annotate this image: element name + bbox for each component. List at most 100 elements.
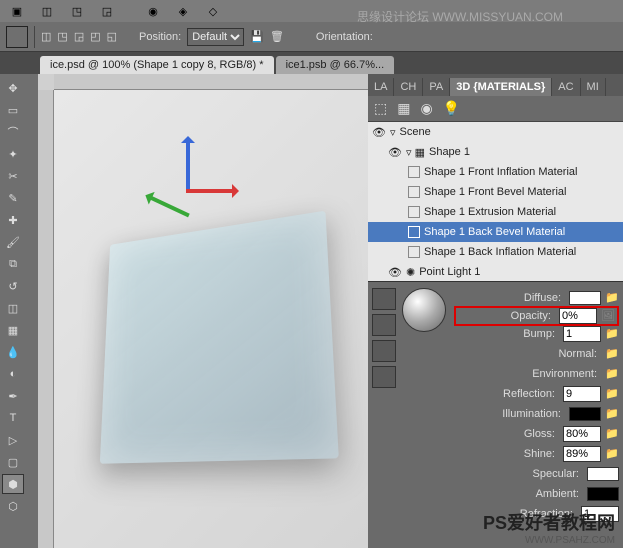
folder-icon[interactable]: 📁 bbox=[605, 447, 619, 461]
filter-mat-icon[interactable]: ◉ bbox=[420, 100, 432, 117]
wand-tool[interactable]: ✦ bbox=[2, 144, 24, 164]
bump-input[interactable] bbox=[563, 326, 601, 342]
eye-icon[interactable]: 👁 bbox=[388, 266, 402, 279]
opt-icon-3[interactable]: ◲ bbox=[74, 30, 84, 43]
watermark-url: WWW.PSAHZ.COM bbox=[483, 535, 615, 546]
pen-tool[interactable]: ✒ bbox=[2, 386, 24, 406]
folder-icon[interactable]: 📁 bbox=[605, 427, 619, 441]
cube3-icon[interactable]: ◲ bbox=[94, 2, 120, 20]
type-tool[interactable]: T bbox=[2, 408, 24, 428]
shape3-icon[interactable]: ◇ bbox=[200, 2, 226, 20]
mat-icon bbox=[408, 186, 420, 198]
shape-tool[interactable]: ▢ bbox=[2, 452, 24, 472]
3d-cam-tool[interactable]: ⬡ bbox=[2, 496, 24, 516]
ruler-horizontal bbox=[54, 74, 368, 90]
tree-scene[interactable]: 👁▿Scene bbox=[368, 122, 623, 142]
3d-tool[interactable]: ⬢ bbox=[2, 474, 24, 494]
doc-tab-2[interactable]: ice1.psb @ 66.7%... bbox=[276, 56, 395, 74]
tree-light[interactable]: 👁✺Point Light 1 bbox=[368, 262, 623, 282]
opt-icon-1[interactable]: ◫ bbox=[41, 30, 51, 43]
mat-picker-4[interactable] bbox=[372, 366, 396, 388]
axis-y[interactable] bbox=[186, 139, 190, 189]
ptab-pa[interactable]: PA bbox=[423, 78, 450, 96]
stamp-tool[interactable]: ⧉ bbox=[2, 254, 24, 274]
tree-shape[interactable]: 👁▿ ▦Shape 1 bbox=[368, 142, 623, 162]
filter-mesh-icon[interactable]: ▦ bbox=[397, 100, 410, 117]
environment-label: Environment: bbox=[454, 368, 601, 380]
ptab-ac[interactable]: AC bbox=[552, 78, 580, 96]
mat-picker-3[interactable] bbox=[372, 340, 396, 362]
tree-mat-3[interactable]: Shape 1 Back Bevel Material bbox=[368, 222, 623, 242]
eye-icon[interactable]: 👁 bbox=[372, 126, 386, 139]
shape1-icon[interactable]: ◉ bbox=[140, 2, 166, 20]
brush-tool[interactable]: 🖌 bbox=[2, 232, 24, 252]
crop-tool[interactable]: ✂ bbox=[2, 166, 24, 186]
cube2-icon[interactable]: ◳ bbox=[64, 2, 90, 20]
watermark-main: PS爱好者教程网 bbox=[483, 509, 615, 535]
history-tool[interactable]: ↺ bbox=[2, 276, 24, 296]
trash-icon[interactable]: 🗑 bbox=[270, 30, 284, 43]
folder-icon[interactable]: 📁 bbox=[605, 407, 619, 421]
opt-icon-4[interactable]: ◰ bbox=[90, 30, 100, 43]
shape2-icon[interactable]: ◈ bbox=[170, 2, 196, 20]
ptab-la[interactable]: LA bbox=[368, 78, 394, 96]
opt-icon-5[interactable]: ◱ bbox=[107, 30, 117, 43]
eye-icon[interactable]: 👁 bbox=[388, 146, 402, 159]
position-label: Position: bbox=[139, 31, 181, 43]
material-preview-sphere[interactable] bbox=[402, 288, 446, 332]
reflection-label: Reflection: bbox=[454, 388, 559, 400]
heal-tool[interactable]: ✚ bbox=[2, 210, 24, 230]
filter-light-icon[interactable]: 💡 bbox=[443, 100, 460, 117]
blur-tool[interactable]: 💧 bbox=[2, 342, 24, 362]
ptab-3d[interactable]: 3D {MATERIALS} bbox=[450, 78, 552, 96]
gloss-input[interactable] bbox=[563, 426, 601, 442]
folder-icon[interactable]: 📁 bbox=[605, 347, 619, 361]
specular-swatch[interactable] bbox=[587, 467, 619, 481]
axis-x[interactable] bbox=[186, 189, 236, 193]
illumination-swatch[interactable] bbox=[569, 407, 601, 421]
logo-icon[interactable]: ▣ bbox=[4, 2, 30, 20]
dodge-tool[interactable]: ◐ bbox=[2, 364, 24, 384]
cube1-icon[interactable]: ◫ bbox=[34, 2, 60, 20]
move-tool[interactable]: ✥ bbox=[2, 78, 24, 98]
shine-label: Shine: bbox=[454, 448, 559, 460]
axis-z[interactable] bbox=[147, 195, 189, 218]
ice-cube-3d[interactable] bbox=[71, 169, 351, 469]
tree-mat-0[interactable]: Shape 1 Front Inflation Material bbox=[368, 162, 623, 182]
opt-icon-2[interactable]: ◳ bbox=[57, 30, 67, 43]
right-panels: LA CH PA 3D {MATERIALS} AC MI ⬚ ▦ ◉ 💡 👁▿… bbox=[368, 74, 623, 548]
filter-scene-icon[interactable]: ⬚ bbox=[374, 100, 387, 117]
ambient-swatch[interactable] bbox=[587, 487, 619, 501]
lasso-tool[interactable]: ⌒ bbox=[2, 122, 24, 142]
mat-picker-1[interactable] bbox=[372, 288, 396, 310]
ptab-mi[interactable]: MI bbox=[581, 78, 606, 96]
gradient-tool[interactable]: ▦ bbox=[2, 320, 24, 340]
position-select[interactable]: Default bbox=[187, 28, 244, 46]
doc-tab-1[interactable]: ice.psd @ 100% (Shape 1 copy 8, RGB/8) * bbox=[40, 56, 274, 74]
tree-mat-1[interactable]: Shape 1 Front Bevel Material bbox=[368, 182, 623, 202]
mat-icon bbox=[408, 166, 420, 178]
path-tool[interactable]: ▷ bbox=[2, 430, 24, 450]
save-icon[interactable]: 💾 bbox=[250, 30, 264, 43]
folder-icon[interactable]: 📁 bbox=[605, 367, 619, 381]
gloss-label: Gloss: bbox=[454, 428, 559, 440]
marquee-tool[interactable]: ▭ bbox=[2, 100, 24, 120]
document-canvas[interactable] bbox=[54, 90, 368, 548]
eyedropper-tool[interactable]: ✎ bbox=[2, 188, 24, 208]
shine-input[interactable] bbox=[563, 446, 601, 462]
folder-icon[interactable]: 🖼 bbox=[601, 309, 615, 323]
diffuse-label: Diffuse: bbox=[454, 292, 565, 304]
eraser-tool[interactable]: ◫ bbox=[2, 298, 24, 318]
tree-mat-2[interactable]: Shape 1 Extrusion Material bbox=[368, 202, 623, 222]
reflection-input[interactable] bbox=[563, 386, 601, 402]
diffuse-swatch[interactable] bbox=[569, 291, 601, 305]
ptab-ch[interactable]: CH bbox=[394, 78, 423, 96]
folder-icon[interactable]: 📁 bbox=[605, 387, 619, 401]
ruler-vertical bbox=[38, 90, 54, 548]
folder-icon[interactable]: 📁 bbox=[605, 327, 619, 341]
opacity-input[interactable] bbox=[559, 308, 597, 324]
tree-mat-4[interactable]: Shape 1 Back Inflation Material bbox=[368, 242, 623, 262]
folder-icon[interactable]: 📁 bbox=[605, 291, 619, 305]
scene-tree: 👁▿Scene 👁▿ ▦Shape 1 Shape 1 Front Inflat… bbox=[368, 122, 623, 282]
mat-picker-2[interactable] bbox=[372, 314, 396, 336]
